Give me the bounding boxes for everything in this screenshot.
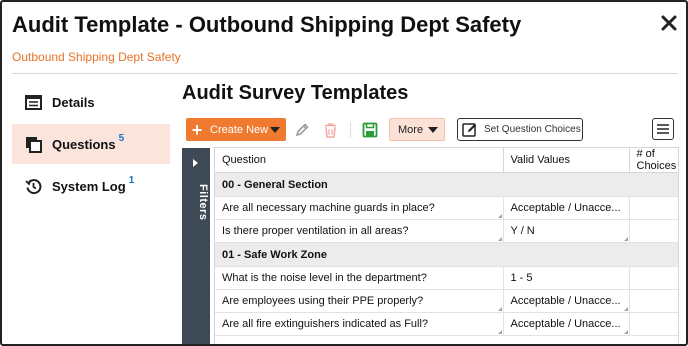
filters-panel-toggle[interactable]: Filters (182, 148, 210, 344)
sidebar-item-questions[interactable]: Questions 5 (12, 124, 170, 164)
question-text: Are employees using their PPE properly? (222, 295, 424, 307)
cell-resize-icon (497, 330, 502, 334)
valid-values-cell[interactable]: Acceptable / Unacce... (503, 312, 630, 336)
page-title: Audit Survey Templates (182, 82, 409, 104)
choices-cell[interactable] (629, 266, 678, 290)
cell-resize-icon (497, 214, 502, 218)
question-cell[interactable]: Are all fire extinguishers indicated as … (215, 312, 504, 336)
valid-values-text: Acceptable / Unacce... (510, 295, 621, 307)
question-text: Are all fire extinguishers indicated as … (222, 318, 429, 330)
main-panel: Audit Survey Templates + Create New More (180, 78, 684, 344)
chevron-down-icon (428, 127, 438, 133)
question-text: Is there proper ventilation in all areas… (222, 225, 409, 237)
trash-icon[interactable] (320, 120, 340, 140)
cell-resize-icon (623, 237, 628, 241)
column-header-question[interactable]: Question (215, 148, 504, 173)
cell-resize-icon (623, 330, 628, 334)
save-icon[interactable] (360, 120, 380, 140)
dialog-subtitle: Outbound Shipping Dept Safety (12, 50, 181, 64)
choices-cell[interactable] (629, 312, 678, 336)
question-text: Are all necessary machine guards in plac… (222, 202, 435, 214)
choices-cell[interactable] (629, 219, 678, 243)
question-cell[interactable]: Is there proper ventilation in all areas… (215, 219, 504, 243)
list-icon (24, 93, 42, 111)
group-row[interactable]: 01 - Safe Work Zone (215, 242, 678, 267)
question-text: What is the noise level in the departmen… (222, 272, 427, 284)
audit-template-dialog: Audit Template - Outbound Shipping Dept … (0, 0, 688, 346)
create-new-button[interactable]: + Create New (186, 118, 286, 141)
table-row[interactable]: Is there proper ventilation in all areas… (215, 219, 678, 243)
sidebar-item-details[interactable]: Details (12, 82, 170, 122)
edit-note-icon (462, 122, 478, 138)
column-header-valid-values[interactable]: Valid Values (503, 148, 630, 173)
create-new-label: Create New (210, 123, 269, 136)
valid-values-cell[interactable]: Acceptable / Unacce... (503, 289, 630, 313)
sidebar: Details Questions 5 System Log 1 (12, 82, 170, 208)
question-cell[interactable]: What is the noise level in the departmen… (215, 266, 504, 290)
choices-cell[interactable] (629, 289, 678, 313)
questions-table: Question Valid Values # of Choices 00 - … (214, 147, 679, 344)
question-cell[interactable]: Are all necessary machine guards in plac… (215, 196, 504, 220)
choices-cell[interactable] (629, 196, 678, 220)
valid-values-cell[interactable]: Acceptable / Unacce... (503, 196, 630, 220)
valid-values-cell[interactable]: Y / N (503, 219, 630, 243)
filters-label: Filters (197, 184, 209, 221)
group-label: 00 - General Section (215, 172, 678, 197)
valid-values-text: Acceptable / Unacce... (510, 202, 621, 214)
table-row[interactable]: Are all fire extinguishers indicated as … (215, 312, 678, 336)
group-row[interactable]: 00 - General Section (215, 172, 678, 197)
sidebar-item-system-log[interactable]: System Log 1 (12, 166, 170, 206)
menu-icon[interactable] (652, 118, 674, 140)
dialog-title: Audit Template - Outbound Shipping Dept … (12, 12, 522, 37)
chevron-right-icon (193, 159, 198, 167)
pencil-icon[interactable] (292, 120, 312, 140)
chevron-down-icon (270, 127, 280, 133)
plus-icon: + (191, 119, 203, 140)
cell-resize-icon (497, 237, 502, 241)
valid-values-text: 1 - 5 (510, 272, 533, 284)
toolbar: + Create New More Set Question Choices (186, 118, 684, 142)
group-label: 01 - Safe Work Zone (215, 242, 678, 267)
copy-icon (24, 135, 42, 153)
more-button[interactable]: More (389, 118, 445, 141)
table-header-row: Question Valid Values # of Choices (215, 148, 678, 173)
set-question-choices-button[interactable]: Set Question Choices (457, 118, 583, 141)
table-row[interactable]: Are employees using their PPE properly? … (215, 289, 678, 313)
sidebar-item-label: Details (52, 94, 95, 110)
valid-values-cell[interactable]: 1 - 5 (503, 266, 630, 290)
table-row[interactable]: Are all necessary machine guards in plac… (215, 196, 678, 220)
sidebar-item-count: 5 (118, 132, 125, 144)
close-icon[interactable] (660, 14, 678, 32)
sidebar-item-label: Questions (52, 136, 116, 152)
set-question-choices-label: Set Question Choices (484, 124, 581, 135)
history-icon (24, 177, 42, 195)
dialog-header: Audit Template - Outbound Shipping Dept … (2, 2, 686, 74)
toolbar-divider (350, 122, 351, 138)
sidebar-item-count: 1 (128, 174, 135, 186)
table-row[interactable]: What is the noise level in the departmen… (215, 266, 678, 290)
more-label: More (398, 123, 424, 136)
column-header-choices[interactable]: # of Choices (629, 148, 678, 173)
cell-resize-icon (497, 307, 502, 311)
question-cell[interactable]: Are employees using their PPE properly? (215, 289, 504, 313)
sidebar-item-label: System Log (52, 178, 126, 194)
header-divider (12, 73, 678, 74)
cell-resize-icon (623, 307, 628, 311)
valid-values-text: Y / N (510, 225, 535, 237)
valid-values-text: Acceptable / Unacce... (510, 318, 621, 330)
